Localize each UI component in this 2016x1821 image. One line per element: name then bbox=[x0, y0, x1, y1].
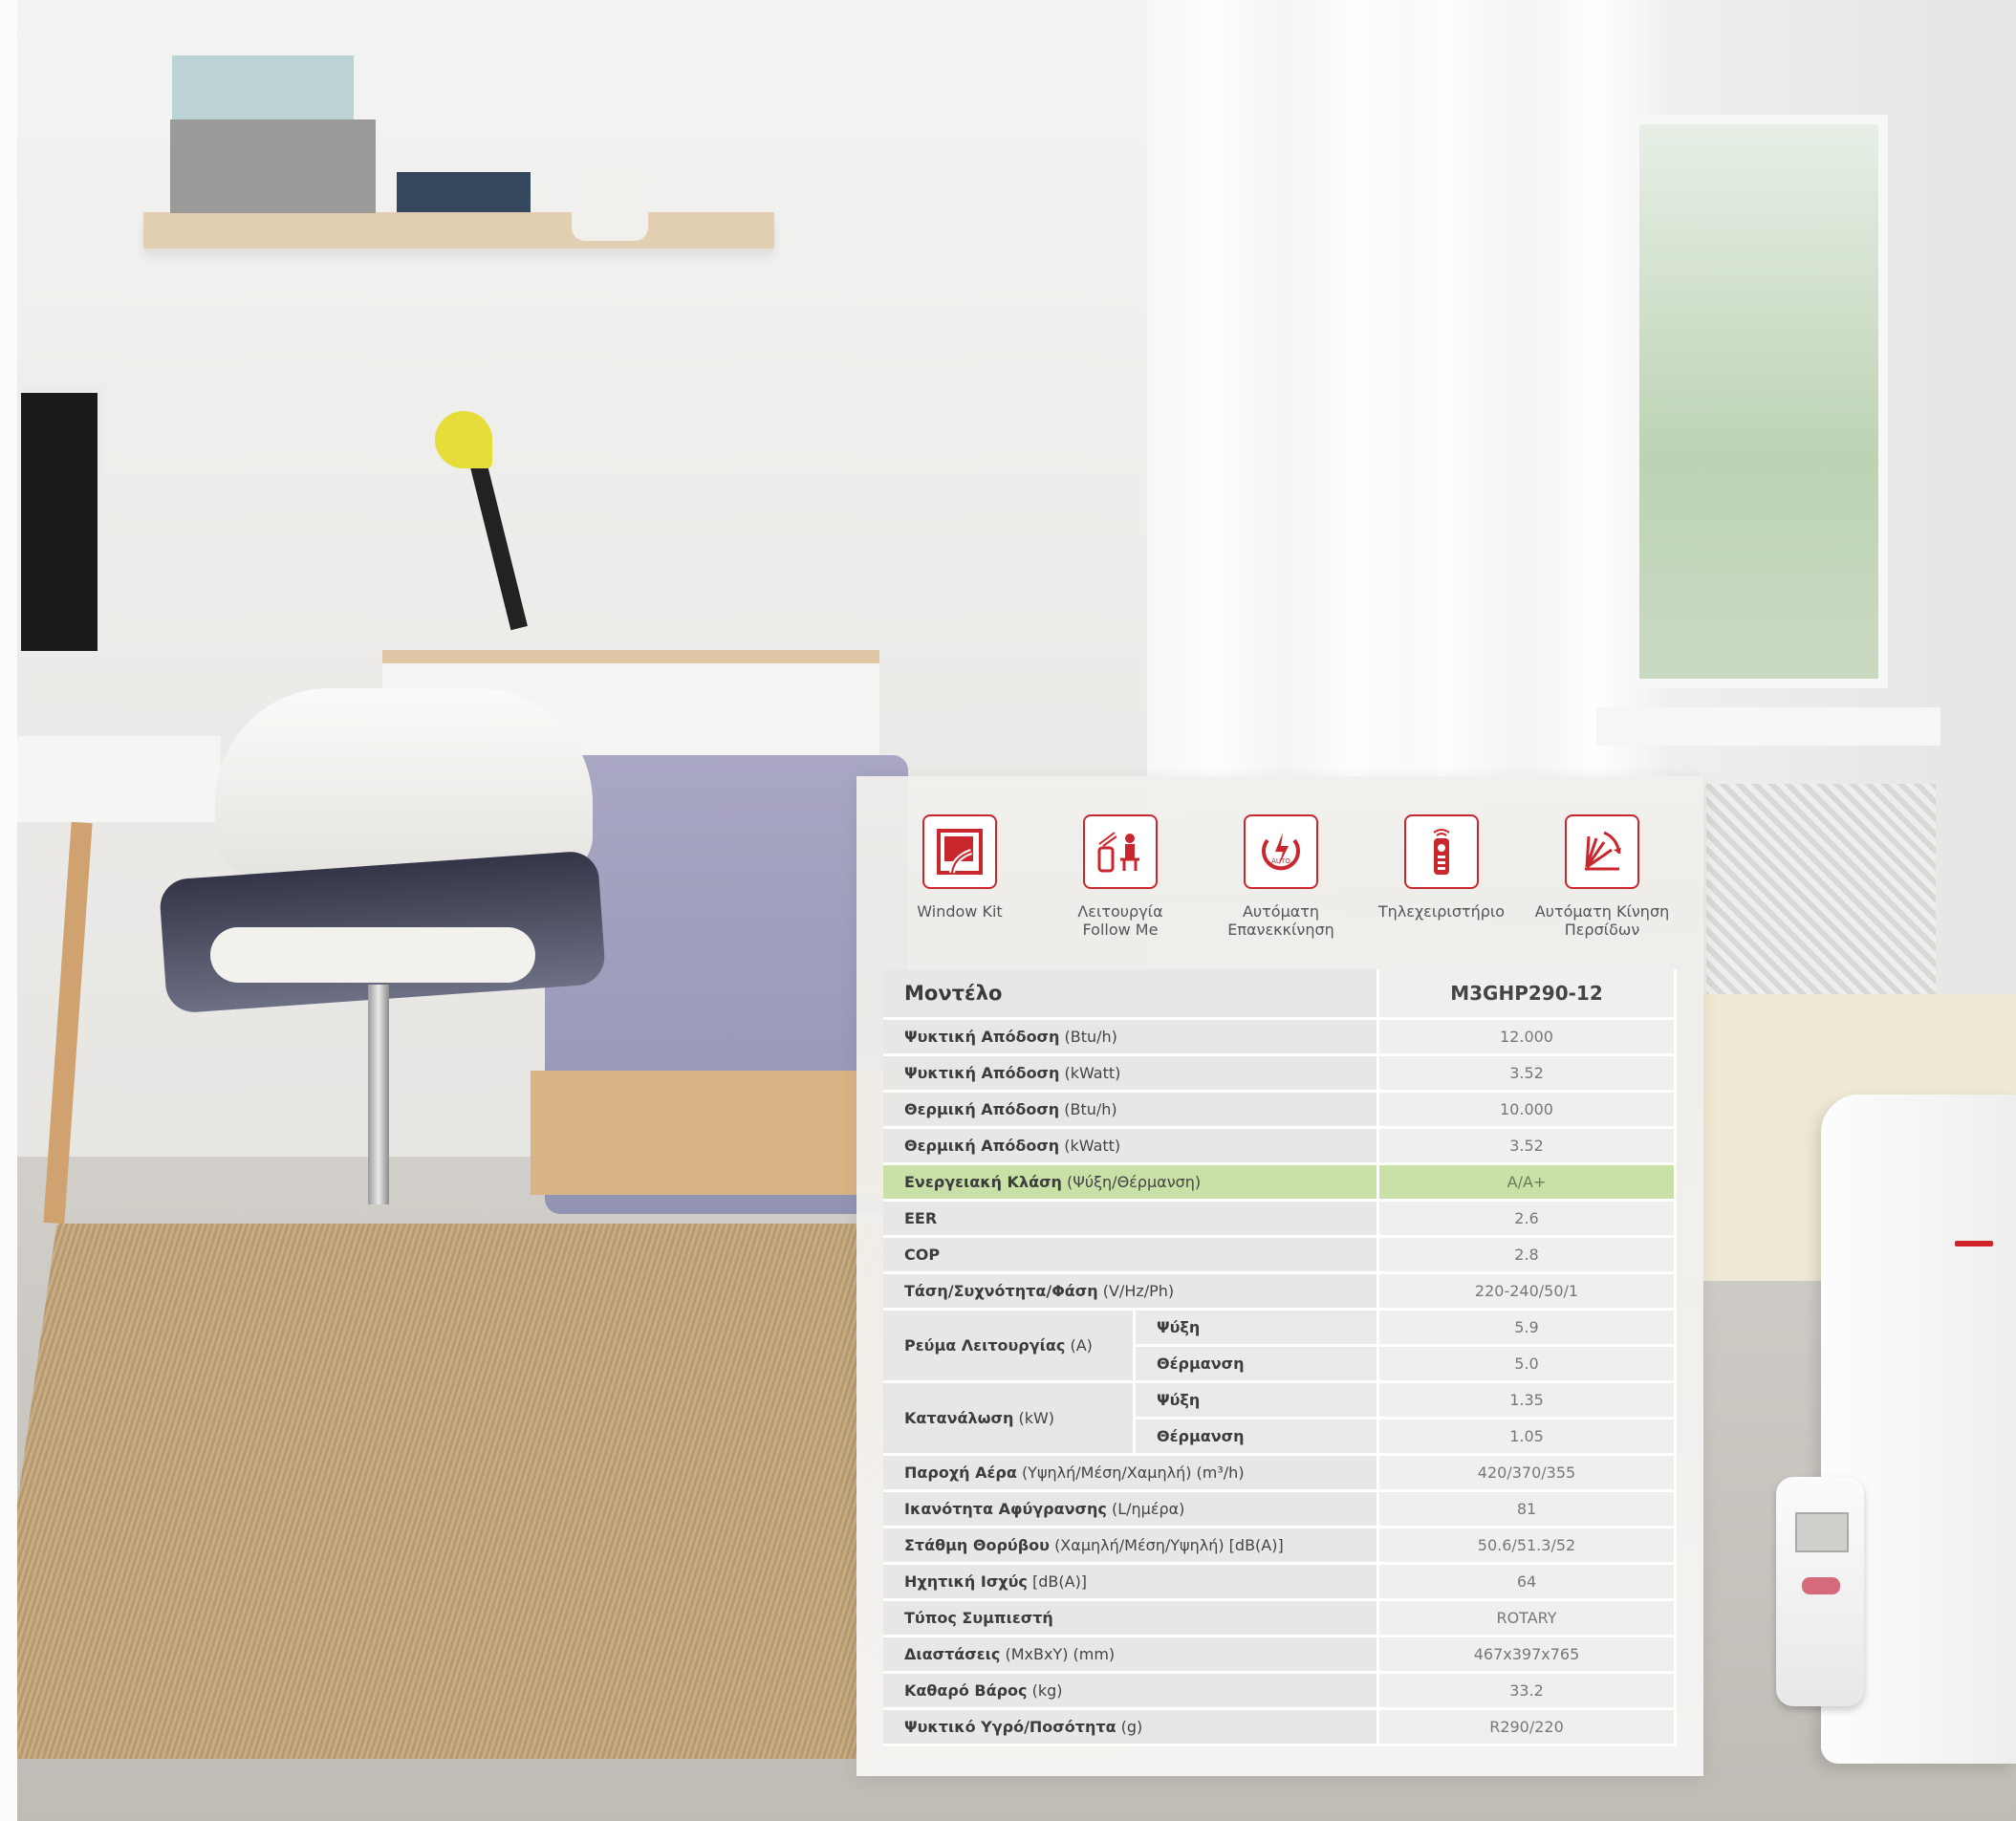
row-label: Καθαρό Βάρος bbox=[904, 1681, 1028, 1700]
auto-restart-icon: AUTO bbox=[1244, 814, 1318, 889]
window-kit-icon bbox=[922, 814, 997, 889]
row-unit: (kg) bbox=[1031, 1681, 1063, 1700]
row-label: Ρεύμα Λειτουργίας bbox=[904, 1336, 1066, 1355]
feature-window-kit: Window Kit bbox=[879, 814, 1040, 921]
row-value: 3.52 bbox=[1379, 1056, 1677, 1093]
row-unit: (g) bbox=[1120, 1718, 1143, 1736]
table-row: Κατανάλωση (kW) Ψύξη 1.35 bbox=[883, 1383, 1677, 1456]
row-value: 1.35 bbox=[1379, 1383, 1677, 1420]
row-label: Στάθμη Θορύβου bbox=[904, 1536, 1050, 1554]
sub-label-heating: Θέρμανση bbox=[1136, 1420, 1379, 1456]
row-value: ROTARY bbox=[1379, 1601, 1677, 1637]
row-label: Θερμική Απόδοση bbox=[904, 1100, 1060, 1118]
row-value: 33.2 bbox=[1379, 1674, 1677, 1710]
row-label: Ηχητική Ισχύς bbox=[904, 1572, 1028, 1591]
row-label: Τύπος Συμπιεστή bbox=[904, 1609, 1053, 1627]
row-value: 3.52 bbox=[1379, 1129, 1677, 1165]
table-row: Ηχητική Ισχύς [dB(A)] 64 bbox=[883, 1565, 1677, 1601]
remote-control-icon bbox=[1404, 814, 1479, 889]
svg-text:AUTO: AUTO bbox=[1271, 857, 1290, 865]
row-unit: (Υψηλή/Μέση/Χαμηλή) (m³/h) bbox=[1021, 1463, 1245, 1482]
table-row: Παροχή Αέρα (Υψηλή/Μέση/Χαμηλή) (m³/h) 42… bbox=[883, 1456, 1677, 1492]
row-value: A/A+ bbox=[1379, 1165, 1677, 1202]
table-row: Τάση/Συχνότητα/Φάση (V/Hz/Ph) 220-240/50/… bbox=[883, 1274, 1677, 1311]
row-label: COP bbox=[904, 1246, 941, 1264]
feature-auto-restart: AUTO Αυτόματη Επανεκκίνηση bbox=[1201, 814, 1361, 939]
sub-label-heating: Θέρμανση bbox=[1136, 1347, 1379, 1383]
row-value: 467x397x765 bbox=[1379, 1637, 1677, 1674]
row-value: 220-240/50/1 bbox=[1379, 1274, 1677, 1311]
table-row: Θερμική Απόδοση (kWatt) 3.52 bbox=[883, 1129, 1677, 1165]
row-value: R290/220 bbox=[1379, 1710, 1677, 1746]
row-unit: (Ψύξη/Θέρμανση) bbox=[1067, 1173, 1202, 1191]
row-value: 10.000 bbox=[1379, 1093, 1677, 1129]
row-label: Κατανάλωση bbox=[904, 1409, 1014, 1427]
row-value: 50.6/51.3/52 bbox=[1379, 1528, 1677, 1565]
table-row: Διαστάσεις (ΜxΒxΥ) (mm) 467x397x765 bbox=[883, 1637, 1677, 1674]
row-unit: [dB(A)] bbox=[1032, 1572, 1088, 1591]
row-unit: (L/ημέρα) bbox=[1111, 1500, 1185, 1518]
row-label: Παροχή Αέρα bbox=[904, 1463, 1017, 1482]
row-label: Τάση/Συχνότητα/Φάση bbox=[904, 1282, 1098, 1300]
table-header-row: Μοντέλο M3GHP290-12 bbox=[883, 969, 1677, 1020]
row-unit: (Χαμηλή/Μέση/Υψηλή) [dB(A)] bbox=[1054, 1536, 1284, 1554]
row-unit: (kWatt) bbox=[1064, 1064, 1121, 1082]
feature-icons-row: Window Kit Λειτουργία Follow Me AUTO Αυτ… bbox=[879, 814, 1682, 948]
feature-label: Αυτόματη Επανεκκίνηση bbox=[1227, 902, 1334, 939]
feature-follow-me: Λειτουργία Follow Me bbox=[1040, 814, 1201, 939]
follow-me-icon bbox=[1083, 814, 1158, 889]
row-label: Ικανότητα Αφύγρανσης bbox=[904, 1500, 1107, 1518]
row-label: Διαστάσεις bbox=[904, 1645, 1001, 1663]
auto-swing-icon bbox=[1565, 814, 1639, 889]
table-row: Στάθμη Θορύβου (Χαμηλή/Μέση/Υψηλή) [dB(A… bbox=[883, 1528, 1677, 1565]
model-label: Μοντέλο bbox=[883, 969, 1379, 1020]
row-label: Θερμική Απόδοση bbox=[904, 1137, 1060, 1155]
table-row: Ψυκτική Απόδοση (kWatt) 3.52 bbox=[883, 1056, 1677, 1093]
feature-label: Window Kit bbox=[917, 902, 1003, 921]
row-unit: (ΜxΒxΥ) (mm) bbox=[1005, 1645, 1116, 1663]
row-unit: (A) bbox=[1070, 1336, 1093, 1355]
row-value: 1.05 bbox=[1379, 1420, 1677, 1456]
table-row: Ικανότητα Αφύγρανσης (L/ημέρα) 81 bbox=[883, 1492, 1677, 1528]
brand-logo bbox=[1955, 1241, 1993, 1247]
row-label: Ψυκτική Απόδοση bbox=[904, 1064, 1060, 1082]
table-row: Θερμική Απόδοση (Btu/h) 10.000 bbox=[883, 1093, 1677, 1129]
row-label: Ψυκτική Απόδοση bbox=[904, 1028, 1060, 1046]
row-value: 64 bbox=[1379, 1565, 1677, 1601]
row-value: 81 bbox=[1379, 1492, 1677, 1528]
row-value: 5.9 bbox=[1379, 1311, 1677, 1347]
row-unit: (Btu/h) bbox=[1064, 1100, 1117, 1118]
row-value: 2.8 bbox=[1379, 1238, 1677, 1274]
feature-label: Λειτουργία Follow Me bbox=[1077, 902, 1163, 939]
feature-remote-control: Τηλεχειριστήριο bbox=[1361, 814, 1522, 921]
sub-label-cooling: Ψύξη bbox=[1136, 1311, 1379, 1347]
row-label: Ενεργειακή Κλάση bbox=[904, 1173, 1062, 1191]
table-row: Ψυκτική Απόδοση (Btu/h) 12.000 bbox=[883, 1020, 1677, 1056]
row-value: 5.0 bbox=[1379, 1347, 1677, 1383]
row-unit: (V/Hz/Ph) bbox=[1102, 1282, 1175, 1300]
table-row: Τύπος Συμπιεστή ROTARY bbox=[883, 1601, 1677, 1637]
feature-label: Αυτόματη Κίνηση Περσίδων bbox=[1534, 902, 1670, 939]
table-row: COP 2.8 bbox=[883, 1238, 1677, 1274]
feature-label: Τηλεχειριστήριο bbox=[1377, 902, 1506, 921]
row-value: 12.000 bbox=[1379, 1020, 1677, 1056]
feature-auto-swing: Αυτόματη Κίνηση Περσίδων bbox=[1522, 814, 1682, 939]
row-label: Ψυκτικό Υγρό/Ποσότητα bbox=[904, 1718, 1116, 1736]
specifications-table: Μοντέλο M3GHP290-12 Ψυκτική Απόδοση (Btu… bbox=[883, 969, 1677, 1746]
sub-label-cooling: Ψύξη bbox=[1136, 1383, 1379, 1420]
table-row: Καθαρό Βάρος (kg) 33.2 bbox=[883, 1674, 1677, 1710]
row-label: EER bbox=[904, 1209, 938, 1227]
row-value: 420/370/355 bbox=[1379, 1456, 1677, 1492]
model-value: M3GHP290-12 bbox=[1379, 969, 1677, 1020]
row-unit: (Btu/h) bbox=[1064, 1028, 1117, 1046]
table-row: EER 2.6 bbox=[883, 1202, 1677, 1238]
row-unit: (kW) bbox=[1018, 1409, 1055, 1427]
row-value: 2.6 bbox=[1379, 1202, 1677, 1238]
row-unit: (kWatt) bbox=[1064, 1137, 1121, 1155]
energy-class-row: Ενεργειακή Κλάση (Ψύξη/Θέρμανση) A/A+ bbox=[883, 1165, 1677, 1202]
table-row: Ρεύμα Λειτουργίας (A) Ψύξη 5.9 bbox=[883, 1311, 1677, 1383]
table-row: Ψυκτικό Υγρό/Ποσότητα (g) R290/220 bbox=[883, 1710, 1677, 1746]
